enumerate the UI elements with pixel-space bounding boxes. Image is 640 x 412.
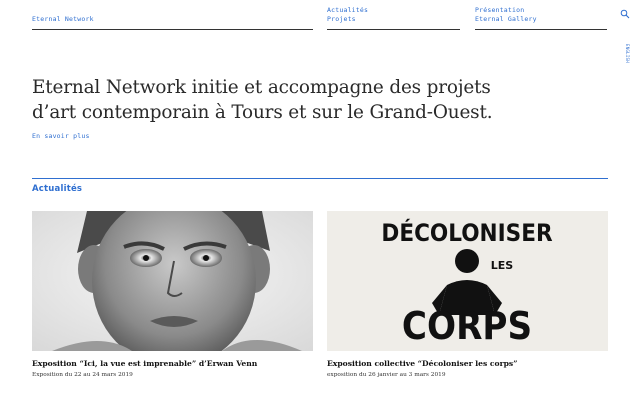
news-title[interactable]: Exposition collective “Décoloniser les c… (327, 359, 608, 369)
nav-link-eternal-gallery[interactable]: Eternal Gallery (475, 15, 607, 24)
nav-group-about: Présentation Eternal Gallery (475, 6, 607, 30)
poster-text-line2: LES (491, 259, 514, 272)
brand-link[interactable]: Eternal Network (32, 15, 94, 23)
nav-link-projets[interactable]: Projets (327, 15, 460, 24)
nav-link-actualites[interactable]: Actualités (327, 6, 460, 15)
site-brand: Eternal Network (32, 6, 313, 30)
news-card-decoloniser[interactable]: DÉCOLONISER LES CORPS Exposition collect… (327, 211, 608, 379)
news-card-venn[interactable]: Exposition “Ici, la vue est imprenable” … (32, 211, 313, 379)
news-image-portrait[interactable] (32, 211, 313, 351)
nav-link-presentation[interactable]: Présentation (475, 6, 607, 15)
news-date: exposition du 26 janvier au 3 mars 2019 (327, 372, 446, 378)
nav-group-news: Actualités Projets (327, 6, 460, 30)
news-image-poster[interactable]: DÉCOLONISER LES CORPS (327, 211, 608, 351)
poster-text-line1: DÉCOLONISER (381, 218, 553, 247)
section-divider (32, 178, 608, 179)
intro-statement: Eternal Network initie et accompagne des… (32, 75, 532, 125)
intro-line-1: Eternal Network initie et accompagne des… (32, 77, 491, 98)
news-date: Exposition du 22 au 24 mars 2019 (32, 372, 133, 378)
language-toggle[interactable]: ENGLISH (618, 44, 630, 66)
search-icon[interactable] (620, 9, 630, 19)
section-title-actualites: Actualités (32, 184, 83, 194)
more-info-link[interactable]: En savoir plus (32, 132, 90, 140)
news-title[interactable]: Exposition “Ici, la vue est imprenable” … (32, 359, 313, 369)
intro-line-2: d’art contemporain à Tours et sur le Gra… (32, 102, 493, 123)
poster-text-line3: CORPS (402, 304, 532, 348)
